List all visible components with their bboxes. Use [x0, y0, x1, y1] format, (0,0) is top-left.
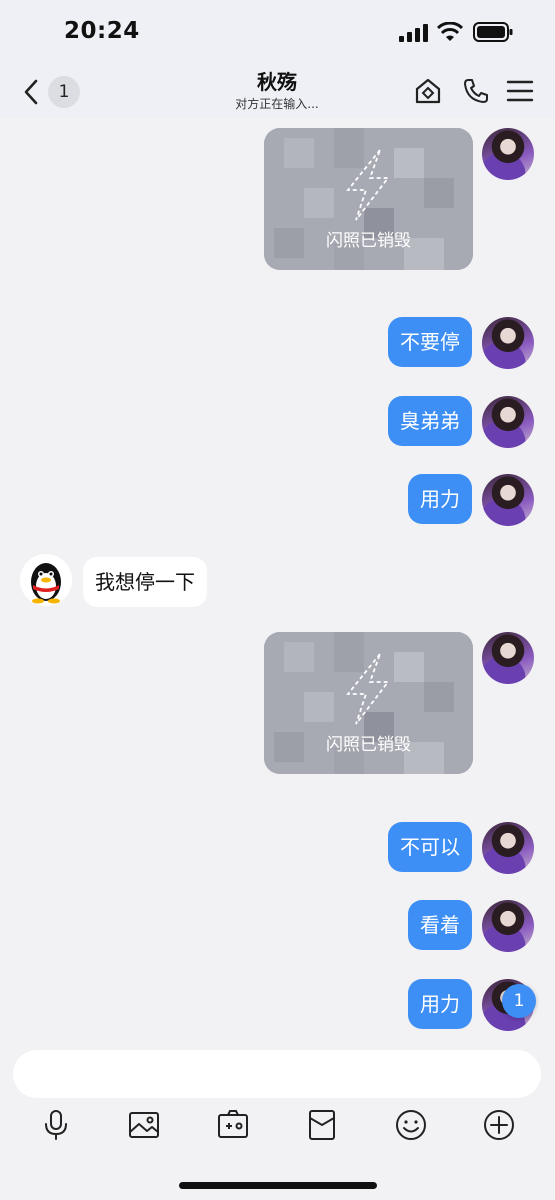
phone-icon[interactable]: [461, 76, 491, 106]
input-panel: [0, 1042, 555, 1200]
emoji-icon[interactable]: [394, 1108, 428, 1142]
penguin-icon: [31, 563, 61, 604]
message-bubble-outgoing[interactable]: 用力: [408, 474, 472, 524]
my-avatar[interactable]: [482, 632, 534, 684]
message-input[interactable]: [13, 1050, 541, 1098]
lightning-icon: [346, 149, 390, 221]
message-bubble-incoming[interactable]: 我想停一下: [83, 557, 207, 607]
red-packet-icon[interactable]: [305, 1108, 339, 1142]
flash-photo-message[interactable]: 闪照已销毁: [264, 128, 473, 270]
message-bubble-outgoing[interactable]: 不可以: [388, 822, 472, 872]
chat-title: 秋殇: [257, 70, 297, 94]
my-avatar[interactable]: [482, 317, 534, 369]
home-indicator[interactable]: [179, 1182, 377, 1189]
plus-icon[interactable]: [482, 1108, 516, 1142]
my-avatar[interactable]: [482, 900, 534, 952]
message-bubble-outgoing[interactable]: 看着: [408, 900, 472, 950]
cellular-signal-icon: [399, 24, 428, 42]
unread-count-badge: 1: [48, 76, 80, 108]
flash-photo-status: 闪照已销毁: [326, 735, 411, 755]
menu-icon[interactable]: [505, 76, 535, 106]
message-bubble-outgoing[interactable]: 臭弟弟: [388, 396, 472, 446]
lightning-icon: [346, 653, 390, 725]
new-message-badge[interactable]: 1: [502, 984, 536, 1018]
my-avatar[interactable]: [482, 822, 534, 874]
message-list[interactable]: 闪照已销毁 不要停 臭弟弟 用力 我想停一下 闪照已销毁 不可以 看着 用力 1: [0, 118, 555, 1042]
battery-icon: [473, 22, 513, 42]
my-avatar[interactable]: [482, 474, 534, 526]
chat-title-block[interactable]: 秋殇 对方正在输入...: [177, 66, 377, 112]
chat-header: 1 秋殇 对方正在输入...: [0, 66, 555, 118]
typing-status: 对方正在输入...: [235, 97, 319, 111]
microphone-icon[interactable]: [39, 1108, 73, 1142]
my-avatar[interactable]: [482, 128, 534, 180]
peer-avatar[interactable]: [20, 554, 72, 606]
status-time: 20:24: [64, 18, 140, 44]
status-bar: 20:24: [0, 0, 555, 66]
my-avatar[interactable]: [482, 396, 534, 448]
camera-icon[interactable]: [216, 1108, 250, 1142]
flash-photo-message[interactable]: 闪照已销毁: [264, 632, 473, 774]
wifi-icon: [437, 22, 463, 41]
message-bubble-outgoing[interactable]: 不要停: [388, 317, 472, 367]
message-bubble-outgoing[interactable]: 用力: [408, 979, 472, 1029]
chevron-left-icon: [24, 79, 38, 105]
flash-photo-status: 闪照已销毁: [326, 231, 411, 251]
back-button[interactable]: 1: [22, 74, 80, 110]
home-icon[interactable]: [413, 76, 443, 106]
image-icon[interactable]: [127, 1108, 161, 1142]
